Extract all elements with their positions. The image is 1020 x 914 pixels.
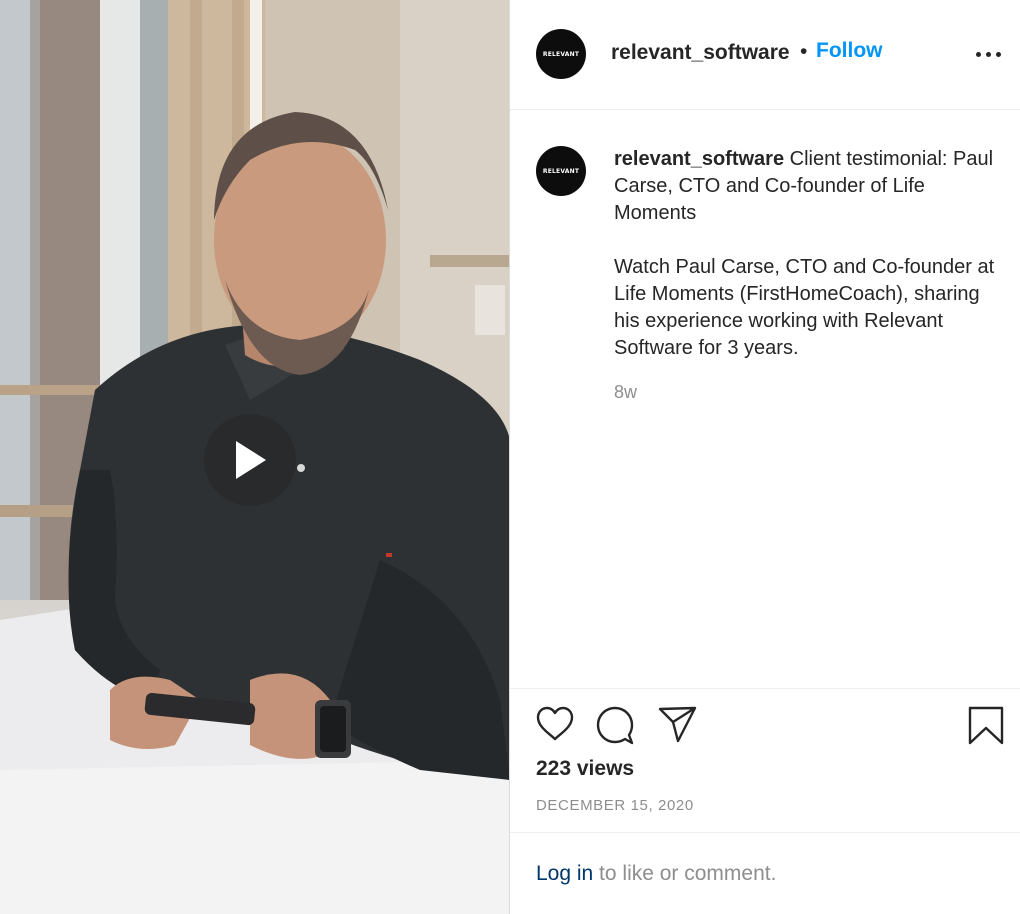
post-panel: RELEVANT relevant_software • Follow RELE… xyxy=(510,0,1020,914)
comment-button[interactable] xyxy=(596,706,634,746)
post-date[interactable]: DECEMBER 15, 2020 xyxy=(536,797,694,814)
heart-icon xyxy=(536,706,574,741)
like-button[interactable] xyxy=(536,706,574,742)
author-avatar[interactable]: RELEVANT xyxy=(536,29,586,79)
caption-first-paragraph: relevant_software Client testimonial: Pa… xyxy=(614,146,1009,227)
caption-text: relevant_software Client testimonial: Pa… xyxy=(614,146,1009,389)
play-button[interactable] xyxy=(204,414,296,506)
login-divider xyxy=(510,832,1020,833)
caption-username[interactable]: relevant_software xyxy=(614,148,784,170)
caption-body: Watch Paul Carse, CTO and Co-founder at … xyxy=(614,256,995,359)
more-options-icon[interactable] xyxy=(976,46,1002,62)
actions-divider xyxy=(510,688,1020,689)
caption-author-avatar[interactable]: RELEVANT xyxy=(536,146,586,196)
post-header: RELEVANT relevant_software • Follow xyxy=(510,0,1020,110)
comment-icon xyxy=(596,706,634,745)
follow-button[interactable]: Follow xyxy=(816,39,883,63)
caption-timestamp[interactable]: 8w xyxy=(614,382,637,403)
avatar-logo-text: RELEVANT xyxy=(542,50,580,58)
avatar-logo-text: RELEVANT xyxy=(542,167,580,175)
post-media-video[interactable] xyxy=(0,0,510,914)
play-icon xyxy=(236,441,266,479)
bookmark-icon xyxy=(968,706,1004,745)
login-prompt-text: to like or comment. xyxy=(593,862,777,885)
author-username[interactable]: relevant_software xyxy=(611,41,790,65)
view-count: 223 views xyxy=(536,757,635,780)
login-prompt: Log in to like or comment. xyxy=(536,862,776,886)
share-icon xyxy=(658,706,697,743)
separator-dot: • xyxy=(800,40,808,63)
login-link[interactable]: Log in xyxy=(536,862,593,885)
share-button[interactable] xyxy=(658,706,698,744)
save-button[interactable] xyxy=(968,706,1004,746)
